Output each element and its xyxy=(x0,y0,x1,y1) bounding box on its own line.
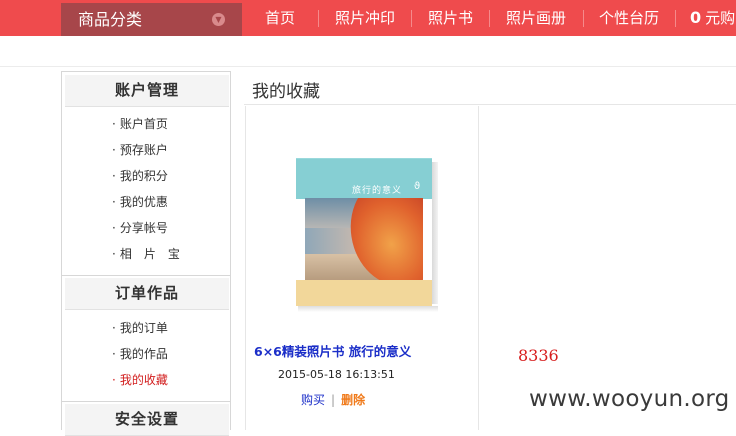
nav-divider xyxy=(318,10,319,27)
product-image[interactable]: 旅行的意义 ϑ xyxy=(296,158,438,312)
nav-divider xyxy=(411,10,412,27)
account-sidebar: 账户管理 · 账户首页 · 预存账户 · 我的积分 · 我的优惠 · 分享帐号 · 相 片 … xyxy=(61,71,231,436)
header-divider xyxy=(0,66,736,67)
sidebar-item-points[interactable]: · 我的积分 xyxy=(112,168,168,184)
watermark: www.wooyun.org xyxy=(529,386,730,412)
sidebar-section-title: 账户管理 xyxy=(65,75,229,107)
product-name-link[interactable]: 6×6精装照片书 旅行的意义 xyxy=(254,341,411,360)
leaf-photo xyxy=(305,198,423,280)
sidebar-section-title: 订单作品 xyxy=(65,278,229,310)
chevron-down-icon: ▼ xyxy=(212,13,225,26)
category-label: 商品分类 xyxy=(78,10,143,29)
sidebar-item-my-favorites[interactable]: · 我的收藏 xyxy=(112,372,168,388)
nav-calendar[interactable]: 个性台历 xyxy=(599,0,659,36)
book-cover-title: 旅行的意义 xyxy=(352,186,403,196)
sidebar-item-account-home[interactable]: · 账户首页 xyxy=(112,116,168,132)
nav-photo-print[interactable]: 照片冲印 xyxy=(335,0,395,36)
sidebar-item-photo-treasure[interactable]: · 相 片 宝 xyxy=(112,246,180,262)
item-actions: 购买 | 删除 xyxy=(301,391,365,408)
cart-count: 0 xyxy=(690,8,702,27)
cart-label: 元购 xyxy=(705,9,736,27)
nav-divider xyxy=(675,10,676,27)
sidebar-section-title: 安全设置 xyxy=(65,404,229,436)
buy-link[interactable]: 购买 xyxy=(301,393,325,407)
sidebar-item-my-works[interactable]: · 我的作品 xyxy=(112,346,168,362)
nav-home[interactable]: 首页 xyxy=(265,0,295,36)
title-divider xyxy=(244,104,736,105)
cart-link[interactable]: 0 元购 xyxy=(690,0,735,36)
annotation-number: 8336 xyxy=(518,346,559,365)
page-title: 我的收藏 xyxy=(252,82,320,102)
top-navigation: 商品分类 ▼ 首页 照片冲印 照片书 照片画册 个性台历 0 元购 xyxy=(0,0,736,36)
category-menu-button[interactable]: 商品分类 ▼ xyxy=(61,3,242,36)
favorited-date: 2015-05-18 16:13:51 xyxy=(278,368,395,381)
nav-photo-album[interactable]: 照片画册 xyxy=(506,0,566,36)
action-separator: | xyxy=(331,393,336,407)
sidebar-divider xyxy=(62,401,230,402)
delete-link[interactable]: 删除 xyxy=(341,393,365,407)
nav-divider xyxy=(583,10,584,27)
nav-photo-book[interactable]: 照片书 xyxy=(428,0,473,36)
footprint-icon: ϑ xyxy=(414,181,421,192)
nav-divider xyxy=(489,10,490,27)
sidebar-item-coupons[interactable]: · 我的优惠 xyxy=(112,194,168,210)
sidebar-item-prepaid-account[interactable]: · 预存账户 xyxy=(112,142,168,158)
sidebar-item-my-orders[interactable]: · 我的订单 xyxy=(112,320,168,336)
favorite-item-card: 旅行的意义 ϑ 6×6精装照片书 旅行的意义 2015-05-18 16:13:… xyxy=(245,106,479,430)
sidebar-item-share-account[interactable]: · 分享帐号 xyxy=(112,220,168,236)
sidebar-divider xyxy=(62,275,230,276)
